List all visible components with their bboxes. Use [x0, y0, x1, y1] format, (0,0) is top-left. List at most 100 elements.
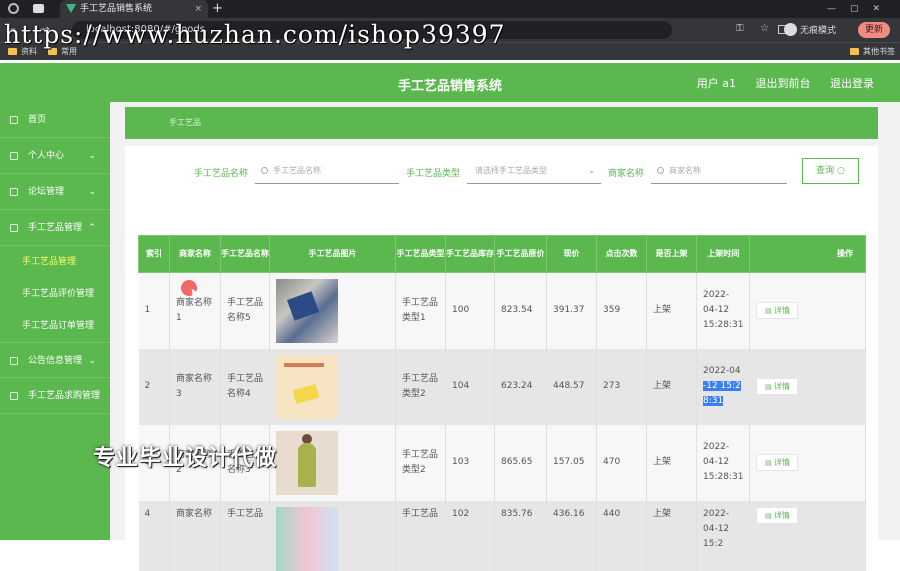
watermark-url: https://www.huzhan.com/ishop39397: [4, 20, 506, 49]
sidebar-item-purchase-requests[interactable]: 手工艺品求购管理: [0, 378, 110, 414]
cell-current-price: 448.57: [546, 348, 597, 425]
product-image[interactable]: [276, 430, 338, 495]
cell-image: [269, 424, 396, 501]
cell-name: 手工艺品: [220, 500, 270, 571]
logout-link[interactable]: 退出登录: [830, 77, 874, 90]
cell-type: 手工艺品类型2: [395, 348, 446, 425]
browser-menu-icon[interactable]: [8, 3, 19, 14]
cell-current-price: 436.16: [546, 500, 597, 571]
detail-button[interactable]: 详情: [756, 506, 799, 524]
cell-merchant: 商家名称: [169, 500, 221, 571]
name-filter-label: 手工艺品名称: [194, 169, 249, 179]
sidebar-item-crafts[interactable]: 手工艺品管理 ⌃: [0, 210, 110, 246]
product-image[interactable]: [276, 278, 338, 343]
cell-clicks: 470: [596, 424, 647, 501]
cell-type: 手工艺品: [395, 500, 446, 571]
sidebar-subitem-orders[interactable]: 手工艺品订单管理: [0, 310, 110, 342]
sidebar-subitem-crafts[interactable]: 手工艺品管理: [0, 246, 110, 278]
chevron-down-icon: ⌄: [88, 356, 96, 366]
cell-clicks: 359: [596, 272, 647, 349]
cell-merchant: 商家名称3: [169, 348, 221, 425]
col-header[interactable]: 索引: [138, 235, 170, 273]
sidebar-item-notices[interactable]: 公告信息管理 ⌄: [0, 342, 110, 378]
cell-actions: 详情: [749, 424, 866, 501]
cell-image: [269, 272, 396, 349]
table-row[interactable]: 1 商家名称1 手工艺品名称5 手工艺品类型1 100 823.54 391.3…: [138, 272, 866, 349]
folder-icon: [8, 48, 17, 55]
col-header[interactable]: 是否上架: [646, 235, 697, 273]
back-to-front-link[interactable]: 退出到前台: [756, 77, 811, 90]
detail-button[interactable]: 详情: [756, 302, 799, 320]
chevron-up-icon: ⌃: [88, 223, 96, 233]
mouse-cursor-icon: [181, 280, 197, 296]
product-image[interactable]: [276, 506, 338, 571]
cell-current-price: 391.37: [546, 272, 597, 349]
vue-logo-icon: [66, 4, 76, 13]
cell-stock: 104: [445, 348, 495, 425]
cell-clicks: 440: [596, 500, 647, 571]
col-header[interactable]: 上架时间: [695, 235, 751, 273]
merchant-filter-label: 商家名称: [608, 169, 645, 179]
cell-clicks: 273: [596, 348, 647, 425]
cell-image: [269, 500, 396, 571]
key-icon[interactable]: ⚿: [736, 23, 744, 34]
col-header[interactable]: 点击次数: [596, 235, 647, 273]
col-header[interactable]: 手工艺品名称: [220, 235, 270, 273]
chevron-down-icon: ⌄: [588, 166, 595, 175]
cell-price: 835.76: [494, 500, 547, 571]
cell-price: 623.24: [494, 348, 547, 425]
col-header[interactable]: 商家名称: [169, 235, 221, 273]
cell-current-price: 157.05: [546, 424, 597, 501]
detail-button[interactable]: 详情: [756, 454, 799, 471]
name-search-input[interactable]: 手工艺品名称: [255, 158, 399, 184]
folder-icon: [48, 48, 57, 55]
cell-stock: 102: [445, 500, 495, 571]
type-select[interactable]: 请选择手工艺品类型 ⌄: [467, 158, 601, 184]
purchase-icon: [10, 392, 18, 400]
update-button[interactable]: 更新: [858, 22, 890, 38]
cell-index: 2: [138, 348, 170, 425]
chevron-down-icon: ⌄: [88, 187, 96, 197]
cell-actions: 详情: [749, 272, 866, 349]
detail-button[interactable]: 详情: [756, 378, 799, 395]
tab-overview-icon[interactable]: [33, 4, 44, 13]
cell-on-shelf: 上架: [646, 272, 697, 349]
col-header[interactable]: 手工艺品图片: [269, 235, 396, 273]
col-header[interactable]: 手工艺品原价: [494, 235, 547, 273]
cell-name: 手工艺品名称4: [220, 348, 270, 425]
cell-time: 2022-04-12 15:28:31: [696, 272, 751, 349]
search-icon: [657, 167, 664, 174]
col-header[interactable]: 手工艺品库存: [445, 235, 495, 273]
search-icon: ○: [837, 166, 845, 176]
col-header[interactable]: 手工艺品类型: [395, 235, 446, 273]
main-content: 手工艺品 手工艺品名称 手工艺品名称 手工艺品类型 请选择手工艺品类型 ⌄ 商家名…: [110, 102, 900, 571]
other-bookmarks[interactable]: 其他书签: [850, 43, 895, 60]
overlay-ad-text: 专业毕业设计代做: [93, 446, 278, 471]
browser-tab[interactable]: 手工艺品销售系统 ×: [60, 0, 208, 18]
close-tab-icon[interactable]: ×: [194, 0, 202, 18]
table-row[interactable]: 2 商家名称3 手工艺品名称4 手工艺品类型2 104 623.24 448.5…: [138, 348, 866, 425]
user-label: 用户 a1: [696, 77, 736, 90]
cell-on-shelf: 上架: [646, 348, 697, 425]
search-icon: [261, 167, 268, 174]
type-filter-label: 手工艺品类型: [406, 169, 461, 179]
sidebar-item-personal-center[interactable]: 个人中心 ⌄: [0, 138, 110, 174]
sidebar-item-home[interactable]: 首页: [0, 102, 110, 138]
col-header[interactable]: 现价: [546, 235, 597, 273]
incognito-icon: [784, 23, 797, 36]
product-image[interactable]: [276, 354, 338, 419]
cell-on-shelf: 上架: [646, 424, 697, 501]
table-header-row: 索引 商家名称 手工艺品名称 手工艺品图片 手工艺品类型 手工艺品库存 手工艺品…: [138, 235, 866, 273]
merchant-search-input[interactable]: 商家名称: [651, 158, 787, 184]
breadcrumb: 手工艺品: [125, 107, 878, 139]
bookmark-star-icon[interactable]: ☆: [760, 23, 769, 34]
sidebar-item-forum[interactable]: 论坛管理 ⌄: [0, 174, 110, 210]
browser-tab-bar: 手工艺品销售系统 × + —▢✕: [0, 0, 900, 18]
new-tab-button[interactable]: +: [212, 0, 223, 17]
query-button[interactable]: 查询 ○: [802, 158, 859, 184]
window-controls[interactable]: —▢✕: [827, 0, 894, 18]
sidebar-subitem-reviews[interactable]: 手工艺品评价管理: [0, 278, 110, 310]
table-row[interactable]: 4 商家名称 手工艺品 手工艺品 102 835.76 436.16 440 上…: [138, 500, 866, 571]
col-header: 操作: [749, 235, 866, 273]
cell-stock: 103: [445, 424, 495, 501]
